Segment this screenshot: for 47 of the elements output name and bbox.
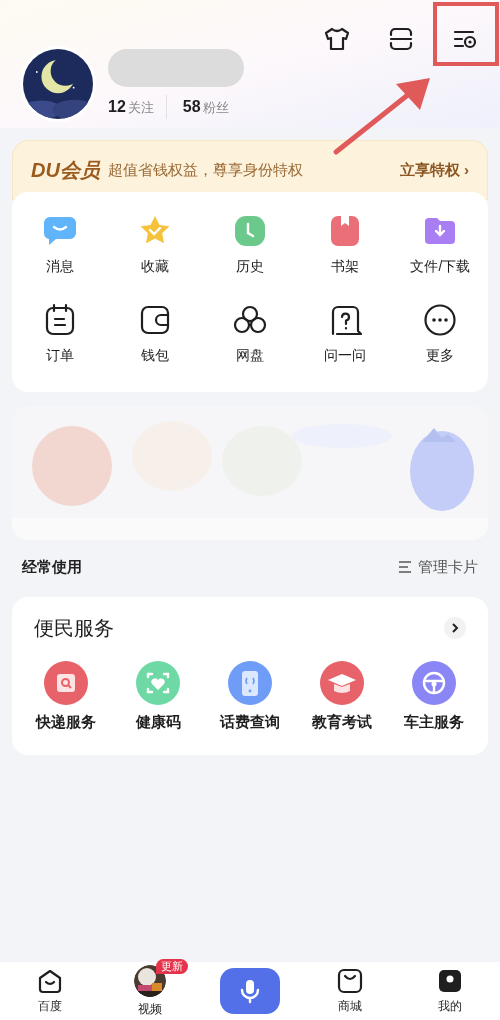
chevron-right-icon[interactable] bbox=[444, 616, 466, 639]
shortcut-label[interactable]: 书架 bbox=[331, 256, 360, 277]
tab-label[interactable]: 我的 bbox=[438, 996, 462, 1015]
clock-icon bbox=[233, 214, 267, 248]
highlight-frame bbox=[433, 2, 499, 66]
update-badge: 更新 bbox=[156, 958, 188, 974]
profile-icon bbox=[437, 967, 463, 994]
shopping-bag-icon bbox=[337, 967, 363, 994]
stat-count: 12 bbox=[108, 97, 126, 117]
member-brand: DU会员 bbox=[31, 158, 100, 183]
microphone-icon bbox=[240, 978, 260, 1004]
tab-label[interactable]: 商城 bbox=[338, 996, 362, 1015]
list-icon bbox=[398, 561, 412, 574]
card-title: 便民服务 bbox=[34, 615, 114, 641]
service-label[interactable]: 健康码 bbox=[135, 710, 181, 733]
service-icon[interactable] bbox=[412, 660, 456, 705]
member-text: 超值省钱权益，尊享身份特权 bbox=[107, 159, 304, 180]
shirt-icon[interactable] bbox=[324, 26, 350, 52]
manage-cards-button[interactable]: 管理卡片 bbox=[398, 556, 478, 579]
service-label[interactable]: 话费查询 bbox=[220, 710, 280, 733]
tab-label[interactable]: 视频 bbox=[138, 999, 162, 1018]
voice-button[interactable] bbox=[220, 968, 280, 1014]
member-action-link[interactable]: 立享特权 › bbox=[399, 158, 469, 182]
shortcut-label[interactable]: 钱包 bbox=[140, 345, 169, 366]
stat-label[interactable]: 关注 bbox=[127, 98, 154, 118]
service-icon[interactable] bbox=[44, 660, 88, 705]
section-title: 经常使用 bbox=[22, 557, 82, 577]
shortcut-label[interactable]: 问一问 bbox=[324, 345, 367, 366]
shortcut-label[interactable]: 订单 bbox=[45, 345, 74, 366]
more-icon bbox=[423, 303, 458, 337]
stat-count: 58 bbox=[182, 97, 201, 117]
stat-label[interactable]: 粉丝 bbox=[202, 98, 229, 118]
home-icon bbox=[37, 967, 63, 994]
service-icon[interactable] bbox=[320, 660, 364, 705]
tab-label[interactable]: 百度 bbox=[38, 996, 62, 1015]
service-label[interactable]: 车主服务 bbox=[404, 710, 464, 733]
shortcut-label[interactable]: 更多 bbox=[426, 345, 455, 366]
chat-bubble-icon bbox=[42, 214, 77, 248]
shortcut-label[interactable]: 历史 bbox=[236, 256, 264, 277]
shortcut-label[interactable]: 文件/下载 bbox=[410, 256, 471, 277]
shortcut-label[interactable]: 收藏 bbox=[140, 256, 169, 277]
service-icon[interactable] bbox=[228, 660, 272, 705]
scan-icon[interactable] bbox=[388, 26, 414, 52]
service-label[interactable]: 快递服务 bbox=[36, 710, 96, 733]
service-label[interactable]: 教育考试 bbox=[312, 710, 372, 733]
shortcut-label[interactable]: 网盘 bbox=[236, 345, 264, 366]
shortcut-label[interactable]: 消息 bbox=[45, 256, 74, 277]
